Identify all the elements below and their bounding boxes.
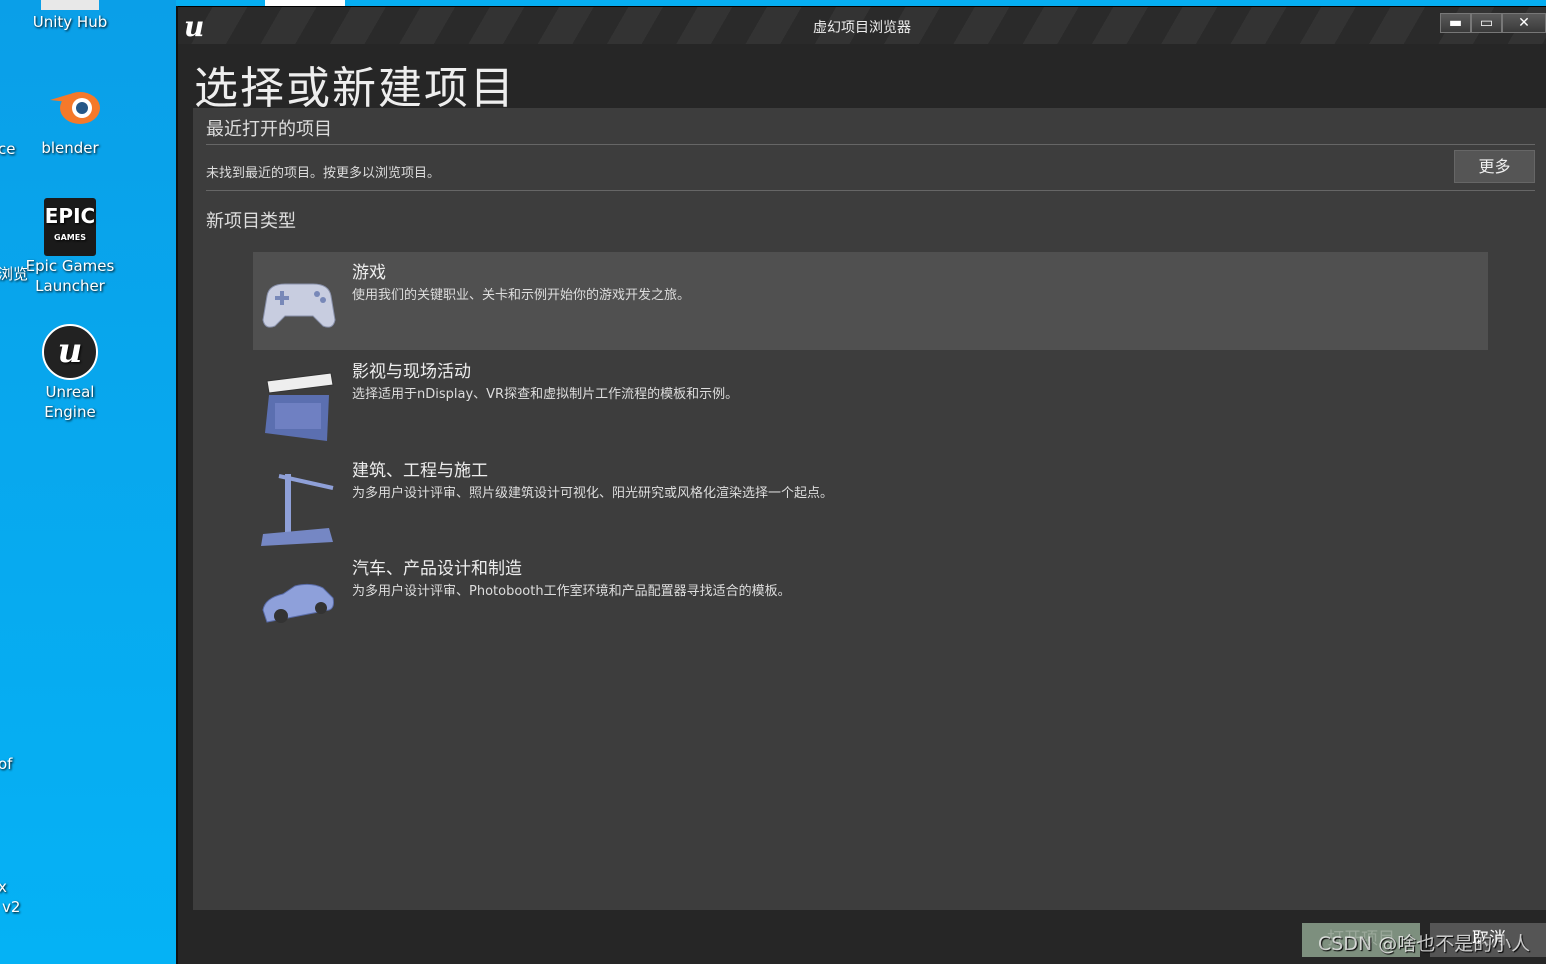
project-type-description: 为多用户设计评审、Photobooth工作室环境和产品配置器寻找适合的模板。 <box>352 584 791 599</box>
desktop-icon-unreal-engine[interactable]: u Unreal Engine <box>20 324 120 422</box>
desktop-clipped-label: 浏览 <box>0 265 29 283</box>
window-title: 虚幻项目浏览器 <box>813 20 911 36</box>
title-bar[interactable]: u 虚幻项目浏览器 ▬ ▭ ✕ <box>178 6 1546 44</box>
watermark: CSDN @啥也不是的小人 <box>1318 933 1531 955</box>
project-type-description: 选择适用于nDisplay、VR探查和虚拟制片工作流程的模板和示例。 <box>352 387 739 402</box>
page-title: 选择或新建项目 <box>194 63 516 114</box>
project-type-architecture[interactable]: 建筑、工程与施工 为多用户设计评审、照片级建筑设计可视化、阳光研究或风格化渲染选… <box>253 450 1488 548</box>
project-type-title: 建筑、工程与施工 <box>352 461 488 481</box>
desktop-icon-label: Unreal Engine <box>44 383 96 421</box>
project-type-title: 汽车、产品设计和制造 <box>352 559 522 579</box>
desktop-icon-label: Epic Games Launcher <box>25 257 115 295</box>
desktop-clipped-label: of <box>0 755 13 773</box>
divider <box>206 144 1535 145</box>
desktop-icon-epic-games[interactable]: EPIC GAMES Epic Games Launcher <box>20 198 120 296</box>
project-type-games[interactable]: 游戏 使用我们的关键职业、关卡和示例开始你的游戏开发之旅。 <box>253 252 1488 350</box>
desktop-icon-label: blender <box>41 139 99 157</box>
project-type-automotive[interactable]: 汽车、产品设计和制造 为多用户设计评审、Photobooth工作室环境和产品配置… <box>253 548 1488 646</box>
no-recent-text: 未找到最近的项目。按更多以浏览项目。 <box>206 166 441 181</box>
project-type-film-tv-live-events[interactable]: 影视与现场活动 选择适用于nDisplay、VR探查和虚拟制片工作流程的模板和示… <box>253 351 1488 449</box>
desktop-clipped-label: v2 <box>2 898 21 916</box>
clapperboard-icon <box>259 365 339 441</box>
unreal-engine-icon: u <box>42 324 98 380</box>
new-project-types-heading: 新项目类型 <box>206 211 296 232</box>
minimize-button[interactable]: ▬ <box>1440 13 1471 33</box>
epic-games-icon: EPIC GAMES <box>42 198 98 256</box>
crane-icon <box>259 464 339 546</box>
unity-hub-icon <box>41 0 99 10</box>
maximize-button[interactable]: ▭ <box>1471 13 1502 33</box>
recent-projects-heading: 最近打开的项目 <box>206 119 332 140</box>
desktop: Unity Hub blender EPIC GAMES Epic Games L… <box>0 0 345 964</box>
blender-icon <box>42 80 100 136</box>
desktop-clipped-label: ce <box>0 140 16 158</box>
close-button[interactable]: ✕ <box>1502 13 1546 33</box>
project-type-title: 影视与现场活动 <box>352 362 471 382</box>
project-type-title: 游戏 <box>352 263 386 283</box>
car-icon <box>259 562 339 632</box>
project-type-description: 使用我们的关键职业、关卡和示例开始你的游戏开发之旅。 <box>352 288 691 303</box>
desktop-icon-unity-hub[interactable]: Unity Hub <box>20 0 120 32</box>
desktop-clipped-label: x <box>0 878 7 896</box>
desktop-icon-blender[interactable]: blender <box>20 80 120 158</box>
desktop-icon-label: Unity Hub <box>32 13 108 31</box>
project-browser-window: u 虚幻项目浏览器 ▬ ▭ ✕ 选择或新建项目 最近打开的项目 未找到最近的项目… <box>176 6 1546 964</box>
divider <box>206 190 1535 191</box>
gamepad-icon <box>259 266 339 336</box>
project-type-description: 为多用户设计评审、照片级建筑设计可视化、阳光研究或风格化渲染选择一个起点。 <box>352 486 834 501</box>
content-panel: 最近打开的项目 未找到最近的项目。按更多以浏览项目。 更多 新项目类型 游戏 使… <box>193 108 1546 910</box>
more-button[interactable]: 更多 <box>1454 150 1535 183</box>
